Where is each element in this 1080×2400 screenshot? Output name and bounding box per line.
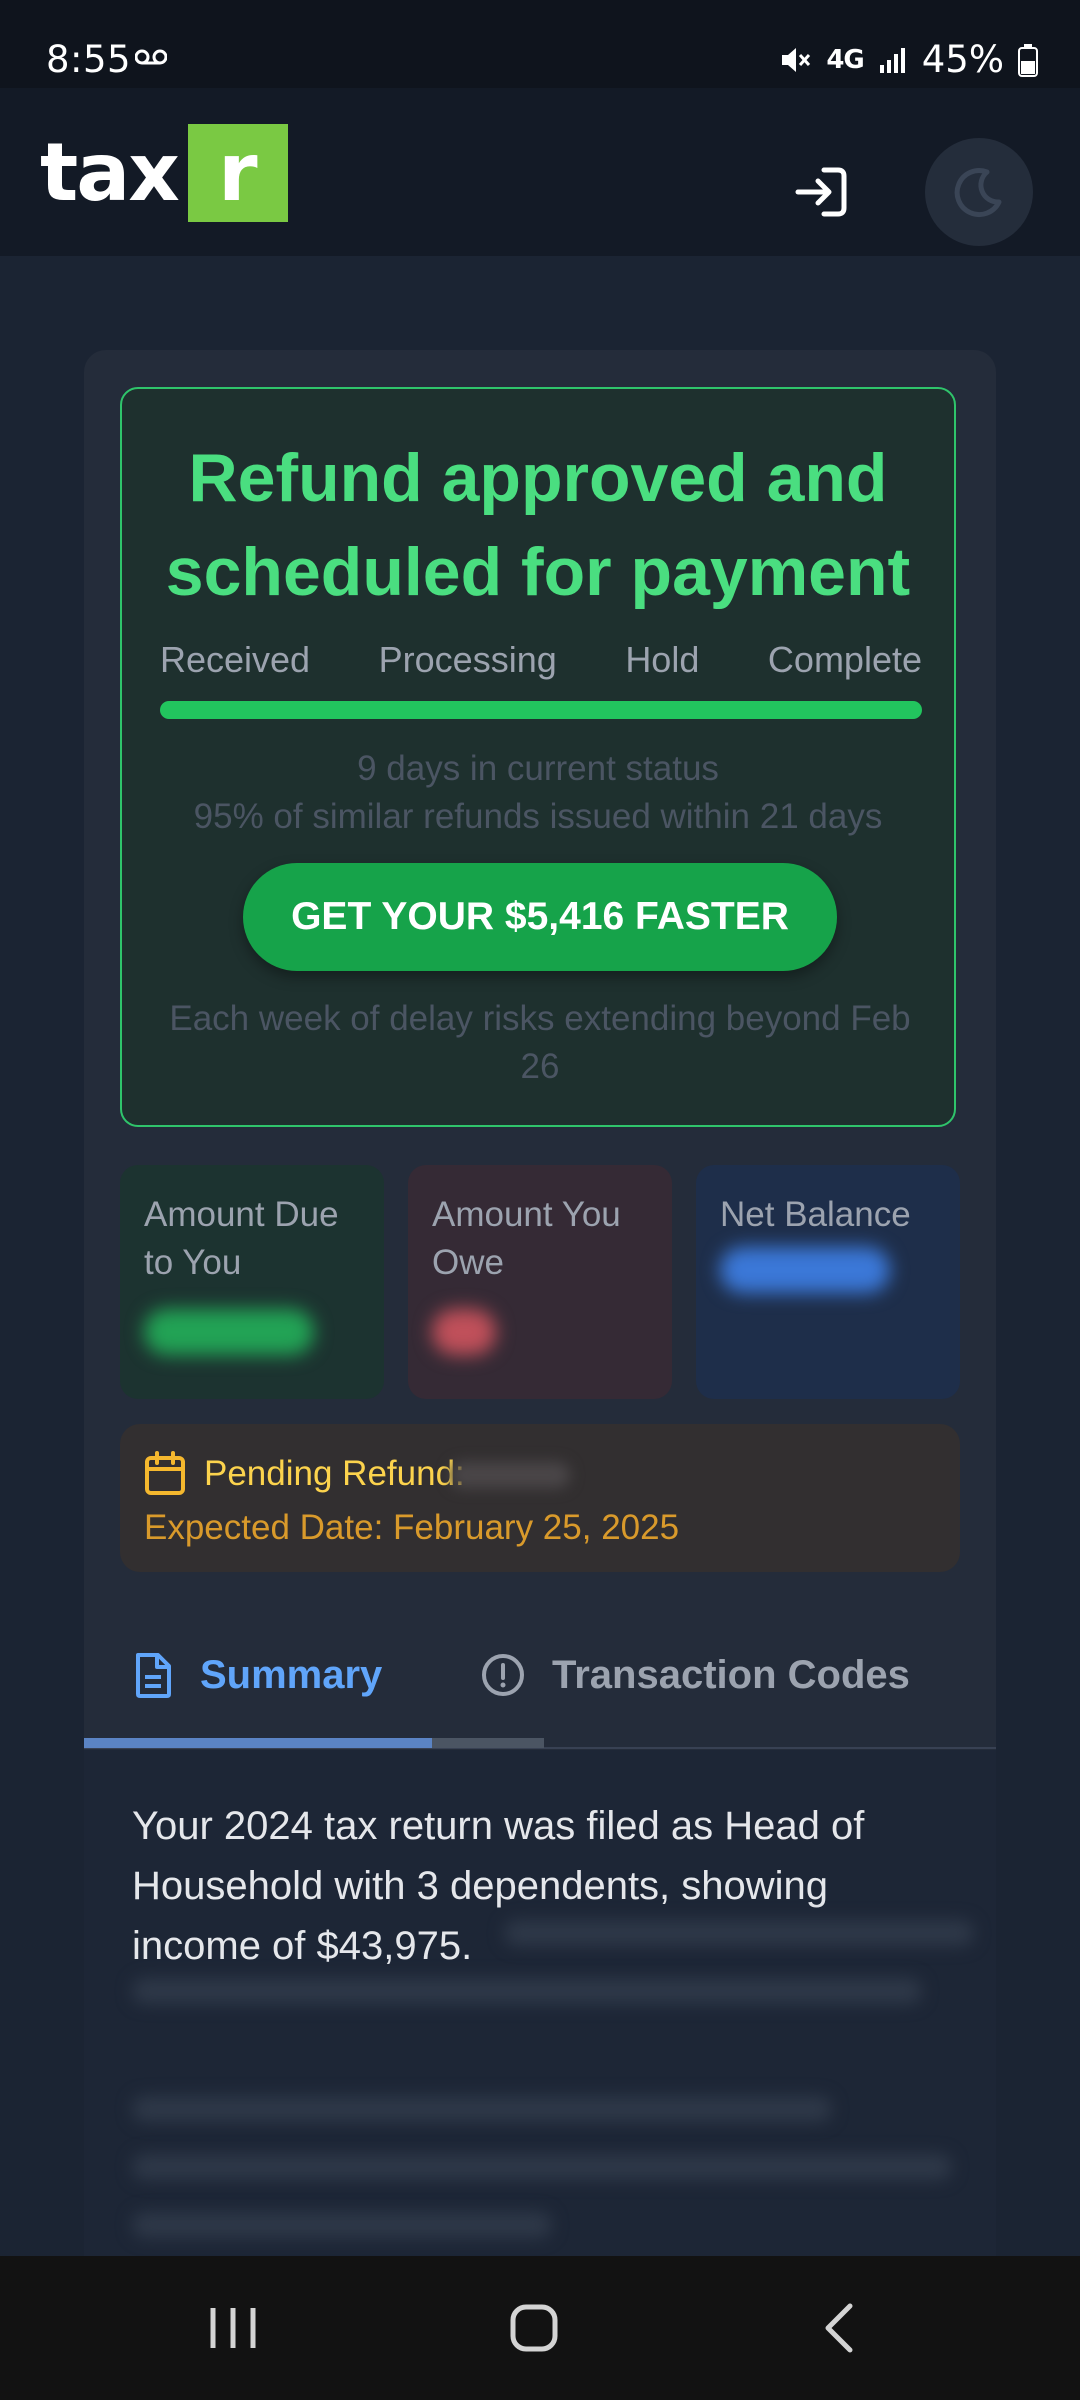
document-icon xyxy=(136,1653,171,1698)
battery-percent: 45% xyxy=(921,38,1004,81)
days-in-status: 9 days in current status xyxy=(357,749,719,788)
back-icon[interactable] xyxy=(800,2296,880,2360)
status-bar: 8:55 4G 45% xyxy=(0,0,1080,88)
step-processing: Processing xyxy=(378,639,557,680)
status-right: 4G 45% xyxy=(778,38,1038,81)
amount-owe-tile: Amount You Owe xyxy=(408,1165,672,1399)
net-balance-label: Net Balance xyxy=(720,1195,911,1234)
amount-due-tile: Amount Due to You xyxy=(120,1165,384,1399)
pending-refund-banner: Pending Refund: Expected Date: February … xyxy=(120,1424,960,1572)
recents-icon[interactable] xyxy=(193,2296,273,2360)
refund-status-title: Refund approved and scheduled for paymen… xyxy=(165,440,911,610)
similar-refunds-note: 95% of similar refunds issued within 21 … xyxy=(193,797,883,836)
alert-circle-icon xyxy=(482,1654,524,1696)
expected-date: Expected Date: February 25, 2025 xyxy=(144,1508,680,1547)
step-hold: Hold xyxy=(625,639,700,680)
taxr-logo[interactable]: tax r xyxy=(40,124,288,222)
net-balance-value-blurred xyxy=(720,1247,890,1293)
get-refund-faster-button[interactable]: GET YOUR $5,416 FASTER xyxy=(243,863,837,971)
amount-owe-label: Amount You Owe xyxy=(432,1195,621,1282)
voicemail-icon xyxy=(135,49,167,65)
app-header: tax r xyxy=(0,88,1080,256)
calendar-icon xyxy=(145,1451,185,1495)
step-complete: Complete xyxy=(767,639,922,680)
logo-box: r xyxy=(187,124,288,222)
amount-owe-value-blurred xyxy=(432,1309,496,1355)
moon-icon xyxy=(954,168,1002,217)
login-icon[interactable] xyxy=(790,160,854,224)
blurred-text-line xyxy=(132,1978,922,2004)
logo-text: tax xyxy=(40,126,180,219)
mute-icon xyxy=(782,47,811,72)
summary-text: Your 2024 tax return was filed as Head o… xyxy=(132,1804,865,1968)
network-type: 4G xyxy=(826,44,864,75)
signal-icon xyxy=(879,47,905,73)
summary-panel: Your 2024 tax return was filed as Head o… xyxy=(84,1750,996,2260)
status-steps: Received Processing Hold Complete xyxy=(160,639,922,681)
system-nav-bar xyxy=(0,2256,1080,2400)
step-received: Received xyxy=(160,639,311,680)
net-balance-tile: Net Balance xyxy=(696,1165,960,1399)
delay-note: Each week of delay risks extending beyon… xyxy=(169,999,911,1086)
tab-active-underline xyxy=(84,1738,432,1748)
amount-due-value-blurred xyxy=(144,1309,314,1355)
status-time: 8:55 xyxy=(46,38,132,81)
status-progress-bar xyxy=(160,701,922,719)
blurred-text-line xyxy=(132,2096,832,2122)
blurred-text-line xyxy=(132,2212,552,2238)
battery-icon xyxy=(1018,43,1038,77)
tab-summary[interactable]: Summary xyxy=(132,1640,382,1710)
theme-toggle-button[interactable] xyxy=(925,138,1033,246)
pending-amount-blurred xyxy=(450,1462,570,1488)
blurred-text-line xyxy=(504,1920,974,1946)
home-icon[interactable] xyxy=(494,2296,574,2360)
blurred-text-line xyxy=(132,2154,952,2180)
pending-refund-title: Pending Refund: xyxy=(204,1454,465,1493)
tab-transaction-codes-label: Transaction Codes xyxy=(552,1652,910,1697)
tab-transaction-codes[interactable]: Transaction Codes xyxy=(480,1640,910,1710)
tab-summary-label: Summary xyxy=(200,1652,383,1697)
refund-status-card: Refund approved and scheduled for paymen… xyxy=(120,387,956,1127)
amount-due-label: Amount Due to You xyxy=(144,1195,339,1282)
